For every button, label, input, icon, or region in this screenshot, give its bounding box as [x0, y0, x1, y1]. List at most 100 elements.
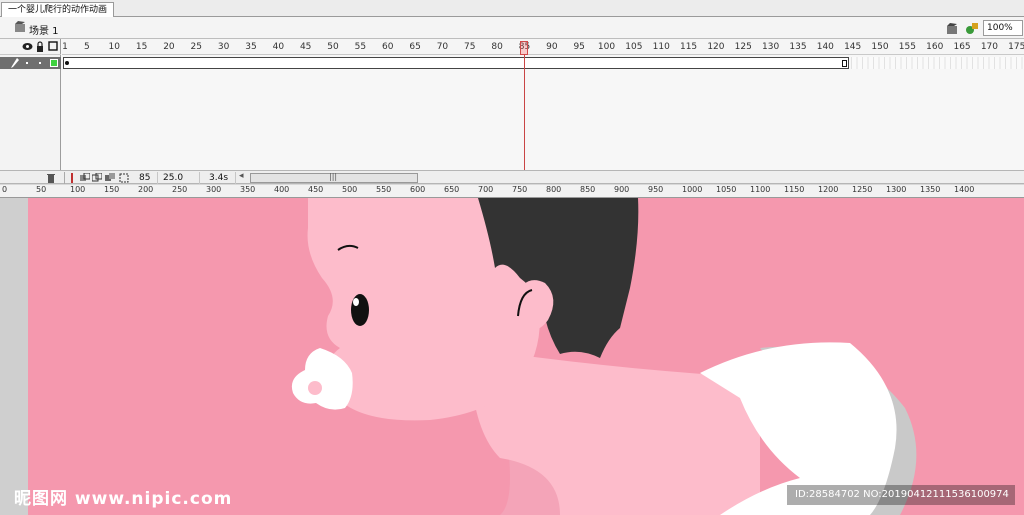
frame-number: 55	[354, 42, 367, 52]
ruler-label: 500	[342, 185, 358, 194]
ruler-label: 250	[172, 185, 188, 194]
frame-number: 125	[734, 42, 752, 52]
frame-number: 110	[652, 42, 670, 52]
zoom-select[interactable]: 100%	[983, 20, 1023, 36]
document-tab[interactable]: 一个婴儿爬行的动作动画	[1, 2, 115, 17]
layer-row[interactable]	[0, 57, 61, 69]
eye-highlight	[353, 298, 359, 306]
baby-eye	[351, 294, 369, 326]
frame-number: 105	[625, 42, 643, 52]
frame-number: 170	[980, 42, 999, 52]
frame-number: 25	[190, 42, 202, 52]
layer-visible-dot[interactable]	[26, 62, 28, 64]
frame-number: 95	[573, 42, 585, 52]
frame-number: 165	[953, 42, 971, 52]
current-frame: 85	[136, 172, 158, 184]
layer-panel	[0, 39, 61, 170]
frame-number: 145	[844, 42, 862, 52]
ruler-label: 0	[2, 185, 8, 194]
timeline-status-bar: 85 25.0 fps 3.4s ◂ |||	[0, 170, 1024, 195]
document-tab-bar: 一个婴儿爬行的动作动画	[0, 0, 1024, 17]
frame-number: 45	[299, 42, 312, 52]
frame-number: 80	[491, 42, 503, 52]
scrollbar-grip[interactable]: |||	[329, 172, 337, 181]
scene-label[interactable]: 场景 1	[29, 22, 59, 37]
timeline-panel: 1 5 10 15 20 25 30 35 40 45 50 55 60 65 70 75 80 85 90 95 10…	[0, 39, 1024, 170]
ruler-label: 100	[70, 185, 86, 194]
layer-outline-color[interactable]	[50, 59, 58, 67]
frame-number: 100	[597, 42, 616, 52]
ruler-label: 200	[138, 185, 154, 194]
frame-number: 65	[409, 42, 421, 52]
lock-icon[interactable]	[36, 41, 44, 52]
ruler-label: 1100	[750, 185, 771, 194]
frame-number: 140	[816, 42, 834, 52]
center-frame-icon[interactable]	[67, 173, 77, 183]
frame-number: 70	[436, 42, 449, 52]
frame-number: 50	[327, 42, 339, 52]
ruler-label: 1250	[852, 185, 873, 194]
frame-number: 160	[926, 42, 944, 52]
eye-icon[interactable]	[22, 42, 33, 51]
ruler-label: 550	[376, 185, 392, 194]
frame-number: 130	[762, 42, 780, 52]
frame-number: 60	[381, 42, 394, 52]
onion-outline-icon[interactable]	[92, 173, 102, 183]
ruler-label: 1300	[886, 185, 907, 194]
stage-ruler: 0 50 100 150 200 250 300 350 400 450 500 550 600 650 7…	[0, 185, 1024, 198]
edit-scene-icon[interactable]	[946, 21, 960, 35]
frame-number: 155	[898, 42, 916, 52]
watermark-id: ID:28584702 NO:20190412111536100974	[787, 485, 1015, 505]
pasteboard	[0, 198, 28, 515]
frame-number: 10	[108, 42, 120, 52]
frame-rate[interactable]: 25.0 fps	[160, 172, 200, 195]
ruler-label: 600	[410, 185, 426, 194]
ruler-label: 450	[308, 185, 324, 194]
ruler-label: 900	[614, 185, 630, 194]
stage-artwork	[0, 198, 1024, 515]
empty-frames[interactable]	[851, 57, 1024, 69]
ruler-label: 800	[546, 185, 562, 194]
frame-number: 15	[135, 42, 148, 52]
edit-multiple-frames-icon[interactable]	[105, 173, 115, 183]
ruler-label: 950	[648, 185, 664, 194]
ruler-label: 150	[104, 185, 120, 194]
ruler-label: 1000	[682, 185, 703, 194]
frame-number: 120	[707, 42, 725, 52]
playhead-handle[interactable]	[520, 41, 528, 55]
outline-icon[interactable]	[48, 41, 58, 51]
scene-bar: 场景 1 100%	[0, 17, 1024, 39]
frame-row[interactable]	[62, 57, 1024, 69]
ruler-label: 400	[274, 185, 290, 194]
onion-skin-icon[interactable]	[80, 173, 90, 183]
end-frame-marker	[842, 60, 847, 67]
playhead[interactable]	[520, 39, 528, 170]
pacifier-ring-hole	[308, 381, 322, 395]
edit-symbol-icon[interactable]	[965, 21, 979, 35]
divider	[64, 172, 65, 184]
ruler-label: 1400	[954, 185, 975, 194]
ruler-label: 1050	[716, 185, 737, 194]
keyframe-span[interactable]	[63, 57, 849, 69]
ruler-label: 750	[512, 185, 528, 194]
ruler-label: 650	[444, 185, 460, 194]
frame-ruler[interactable]: 1 5 10 15 20 25 30 35 40 45 50 55 60 65 70 75 80 85 90 95 10…	[62, 39, 1024, 55]
layer-lock-dot[interactable]	[39, 62, 41, 64]
frame-number: 40	[272, 42, 285, 52]
scroll-left-arrow[interactable]: ◂	[239, 171, 244, 181]
frame-number: 20	[163, 42, 175, 52]
stage[interactable]: 昵图网 www.nipic.com ID:28584702 NO:2019041…	[0, 198, 1024, 515]
timeline-scrollbar[interactable]: |||	[250, 172, 418, 183]
ruler-label: 1150	[784, 185, 805, 194]
ruler-label: 850	[580, 185, 596, 194]
frame-number: 30	[217, 42, 230, 52]
frame-number: 115	[679, 42, 698, 52]
frame-number: 175	[1008, 42, 1024, 52]
ruler-label: 300	[206, 185, 222, 194]
frame-number: 90	[546, 42, 558, 52]
frame-number: 5	[84, 42, 90, 52]
trash-icon[interactable]	[46, 173, 56, 183]
frame-number: 75	[464, 42, 476, 52]
modify-markers-icon[interactable]	[119, 173, 129, 183]
playhead-line	[524, 55, 525, 170]
